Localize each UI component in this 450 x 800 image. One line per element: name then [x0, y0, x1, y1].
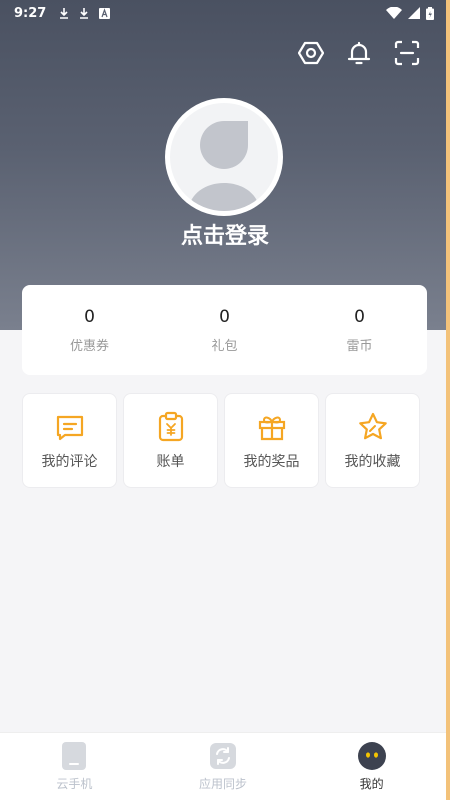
download-icon [58, 7, 70, 19]
nav-item-mine[interactable]: 我的 [297, 733, 446, 800]
nav-label: 我的 [359, 777, 384, 791]
scan-icon[interactable] [394, 40, 420, 66]
feature-my-comments[interactable]: 我的评论 [22, 393, 117, 488]
stat-coins[interactable]: 0 雷币 [292, 285, 427, 375]
gift-icon [256, 411, 288, 443]
text-icon [98, 7, 110, 19]
stat-gifts[interactable]: 0 礼包 [157, 285, 292, 375]
feature-bill[interactable]: 账单 [123, 393, 218, 488]
status-time: 9:27 [14, 5, 47, 21]
wifi-icon [386, 7, 402, 19]
screen-edge [446, 0, 450, 800]
bill-icon [155, 411, 187, 443]
star-icon [357, 411, 389, 443]
status-icons-left [58, 7, 110, 19]
nav-label: 云手机 [56, 777, 93, 791]
feature-label: 我的奖品 [243, 453, 300, 470]
avatar-placeholder-icon [170, 103, 278, 211]
sync-icon [208, 741, 238, 771]
nav-item-cloud-phone[interactable]: 云手机 [0, 733, 149, 800]
stat-value: 0 [84, 306, 95, 327]
stat-label: 雷币 [346, 338, 373, 354]
download-icon [78, 7, 90, 19]
status-icons-right [386, 6, 434, 20]
stat-value: 0 [354, 306, 365, 327]
stat-value: 0 [219, 306, 230, 327]
nav-label: 应用同步 [199, 777, 248, 791]
feature-label: 我的评论 [41, 453, 98, 470]
profile-screen: 9:27 点击登录 0 优惠券 0 礼包 0 雷币 我的评论 账单 我的奖品 我… [0, 0, 450, 800]
bell-icon[interactable] [346, 40, 372, 66]
feature-label: 我的收藏 [344, 453, 401, 470]
feature-grid: 我的评论 账单 我的奖品 我的收藏 [22, 393, 421, 488]
stat-label: 礼包 [211, 338, 238, 354]
battery-icon [426, 6, 434, 20]
feature-my-prizes[interactable]: 我的奖品 [224, 393, 319, 488]
settings-icon[interactable] [298, 40, 324, 66]
profile-face-icon [357, 741, 387, 771]
login-prompt[interactable]: 点击登录 [0, 218, 450, 250]
stat-label: 优惠券 [69, 338, 109, 354]
phone-icon [59, 741, 89, 771]
signal-icon [408, 7, 420, 19]
feature-label: 账单 [156, 453, 185, 470]
comment-icon [54, 411, 86, 443]
status-bar: 9:27 [0, 0, 450, 26]
avatar[interactable] [165, 98, 283, 216]
nav-item-app-sync[interactable]: 应用同步 [149, 733, 298, 800]
stats-card: 0 优惠券 0 礼包 0 雷币 [22, 285, 427, 375]
header-actions [298, 40, 420, 66]
bottom-nav: 云手机 应用同步 我的 [0, 732, 446, 800]
feature-my-favorites[interactable]: 我的收藏 [325, 393, 420, 488]
stat-coupons[interactable]: 0 优惠券 [22, 285, 157, 375]
